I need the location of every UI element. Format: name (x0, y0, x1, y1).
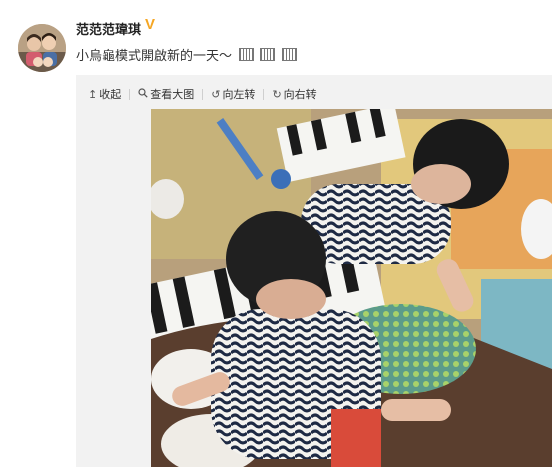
collapse-label: 收起 (99, 89, 122, 101)
rotate-right-button[interactable]: ↻ 向右转 (272, 86, 316, 102)
image-toolbar: ↥ 收起 查看大图 ↺ 向左转 ↻ 向右转 (88, 86, 317, 102)
emoticon-icon (281, 48, 297, 61)
toolbar-divider (263, 88, 265, 100)
rotate-left-button[interactable]: ↺ 向左转 (211, 86, 255, 102)
username[interactable]: 范范范瑋琪 (76, 19, 141, 38)
post-text: 小烏龜模式開啟新的一天～ (76, 45, 297, 64)
rotate-left-icon: ↺ (211, 88, 221, 101)
rotate-left-label: 向左转 (222, 89, 256, 101)
collapse-up-icon: ↥ (88, 88, 98, 101)
post-text-content: 小烏龜模式開啟新的一天～ (76, 48, 233, 63)
post-photo[interactable] (151, 109, 552, 467)
rotate-right-icon: ↻ (272, 88, 282, 101)
emoticon-icon (260, 48, 276, 61)
view-large-label: 查看大图 (150, 89, 195, 101)
emoticon-icon (238, 48, 254, 61)
toolbar-divider (202, 88, 204, 100)
verified-badge-icon[interactable]: V (145, 16, 155, 33)
magnifier-icon (138, 87, 148, 101)
view-large-button[interactable]: 查看大图 (138, 86, 194, 102)
avatar[interactable] (18, 24, 66, 72)
toolbar-divider (129, 88, 131, 100)
collapse-button[interactable]: ↥ 收起 (88, 86, 121, 102)
rotate-right-label: 向右转 (283, 89, 317, 101)
